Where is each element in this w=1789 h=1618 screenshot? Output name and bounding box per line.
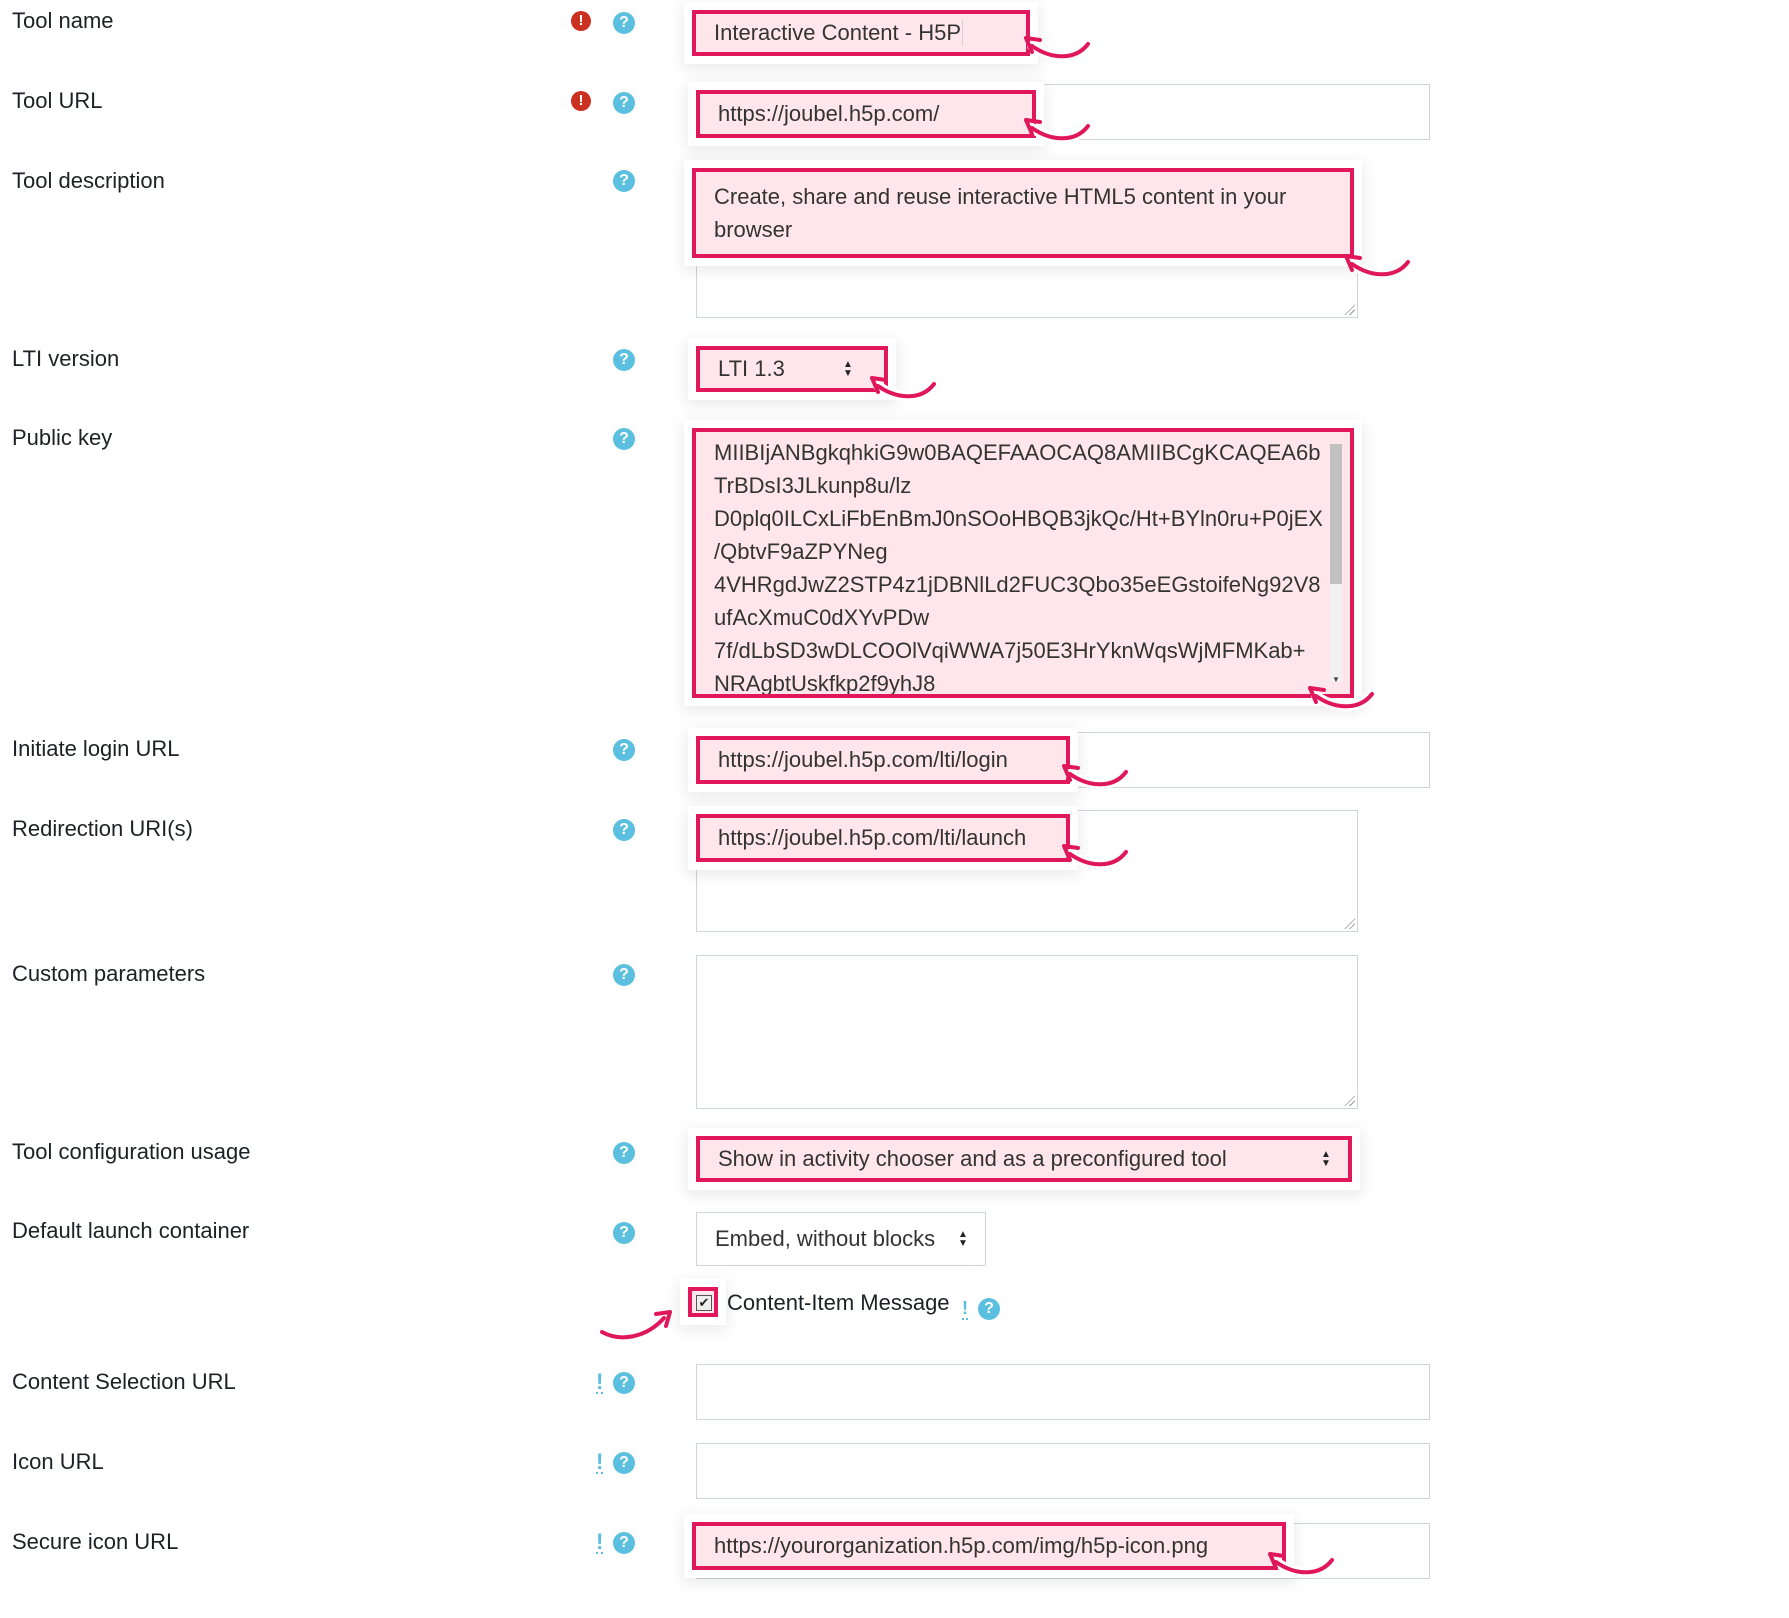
content-item-message-checkbox[interactable]: ✔ (688, 1287, 718, 1317)
tool-name-value: Interactive Content - H5P (714, 20, 963, 46)
initiate-login-url-value: https://joubel.h5p.com/lti/login (718, 747, 1008, 772)
select-arrows-icon: ▲ ▼ (1321, 1149, 1331, 1169)
default-launch-container-value: Embed, without blocks (715, 1226, 936, 1251)
help-icon[interactable]: ? (613, 349, 635, 371)
public-key-line: NRAgbtUskfkp2f9yhJ8 (714, 671, 936, 696)
tool-configuration-usage-select[interactable]: Show in activity chooser and as a precon… (696, 1136, 1352, 1182)
custom-parameters-label: Custom parameters (12, 961, 206, 986)
help-icon[interactable]: ? (613, 1222, 635, 1244)
tool-description-value: Create, share and reuse interactive HTML… (714, 184, 1287, 242)
tool-name-label: Tool name (12, 8, 114, 33)
content-selection-url-input[interactable] (696, 1364, 1430, 1420)
help-icon[interactable]: ? (613, 428, 635, 450)
icon-url-input[interactable] (696, 1443, 1430, 1499)
default-launch-container-label: Default launch container (12, 1218, 250, 1243)
required-icon: ! (571, 91, 591, 111)
public-key-line: ufAcXmuC0dXYvPDw (714, 605, 930, 630)
help-icon[interactable]: ? (978, 1298, 1000, 1320)
resize-grip[interactable] (1343, 303, 1355, 315)
content-item-message-label: Content-Item Message (727, 1290, 950, 1315)
lti-version-select[interactable]: LTI 1.3 ▲ ▼ (696, 346, 888, 392)
tool-description-textarea[interactable]: Create, share and reuse interactive HTML… (692, 168, 1354, 258)
advanced-icon: ! (596, 1369, 604, 1394)
pointer-arrow-icon (1062, 844, 1131, 870)
tool-url-label: Tool URL (12, 88, 103, 113)
pointer-arrow-icon (870, 376, 939, 402)
public-key-line: TrBDsI3JLkunp8u/lz (714, 473, 912, 498)
pointer-arrow-icon (1308, 686, 1377, 712)
public-key-line: D0plq0ILCxLiFbEnBmJ0nSOoHBQB3jkQc/Ht+BYl… (714, 506, 1323, 531)
advanced-icon: ! (596, 1529, 604, 1554)
public-key-line: MIIBIjANBgkqhkiG9w0BAQEFAAOCAQ8AMIIBCgKC… (714, 440, 1321, 465)
advanced-icon: ! (596, 1449, 604, 1474)
lti-version-value: LTI 1.3 (718, 356, 785, 381)
initiate-login-url-input[interactable]: https://joubel.h5p.com/lti/login (696, 736, 1070, 784)
help-icon[interactable]: ? (613, 12, 635, 34)
help-icon[interactable]: ? (613, 964, 635, 986)
content-selection-url-label: Content Selection URL (12, 1369, 236, 1394)
secure-icon-url-label: Secure icon URL (12, 1529, 179, 1554)
advanced-icon: ! (962, 1298, 968, 1320)
select-arrows-icon: ▲ ▼ (843, 359, 853, 379)
custom-parameters-textarea[interactable] (696, 955, 1358, 1109)
tool-configuration-usage-label: Tool configuration usage (12, 1139, 251, 1164)
resize-grip[interactable] (1343, 1094, 1355, 1106)
initiate-login-url-label: Initiate login URL (12, 736, 180, 761)
required-icon: ! (571, 11, 591, 31)
pointer-arrow-icon (1024, 118, 1093, 144)
tool-configuration-usage-value: Show in activity chooser and as a precon… (718, 1146, 1227, 1171)
pointer-arrow-icon (1062, 764, 1131, 790)
pointer-arrow-icon (598, 1310, 672, 1343)
tool-url-value: https://joubel.h5p.com/ (718, 101, 940, 126)
help-icon[interactable]: ? (613, 92, 635, 114)
pointer-arrow-icon (1268, 1552, 1337, 1578)
redirection-uris-label: Redirection URI(s) (12, 816, 193, 841)
resize-grip[interactable] (1343, 917, 1355, 929)
redirection-uris-value: https://joubel.h5p.com/lti/launch (718, 825, 1027, 850)
public-key-textarea[interactable]: MIIBIjANBgkqhkiG9w0BAQEFAAOCAQ8AMIIBCgKC… (692, 428, 1354, 698)
icon-url-label: Icon URL (12, 1449, 104, 1474)
tool-name-input[interactable]: Interactive Content - H5P (692, 10, 1030, 56)
help-icon[interactable]: ? (613, 1142, 635, 1164)
check-icon: ✔ (696, 1295, 712, 1311)
secure-icon-url-value: https://yourorganization.h5p.com/img/h5p… (714, 1533, 1209, 1558)
tool-description-label: Tool description (12, 168, 165, 193)
redirection-uris-textarea[interactable]: https://joubel.h5p.com/lti/launch (696, 814, 1070, 862)
scrollbar-thumb[interactable] (1330, 444, 1342, 584)
secure-icon-url-input[interactable]: https://yourorganization.h5p.com/img/h5p… (692, 1522, 1286, 1570)
help-icon[interactable]: ? (613, 1372, 635, 1394)
public-key-line: 7f/dLbSD3wDLCOOlVqiWWA7j50E3HrYknWqsWjMF… (714, 638, 1306, 663)
select-arrows-icon: ▲ ▼ (958, 1229, 968, 1249)
public-key-label: Public key (12, 425, 113, 450)
tool-url-input[interactable]: https://joubel.h5p.com/ (696, 90, 1036, 138)
help-icon[interactable]: ? (613, 1532, 635, 1554)
default-launch-container-select[interactable]: Embed, without blocks ▲ ▼ (696, 1212, 986, 1266)
help-icon[interactable]: ? (613, 170, 635, 192)
pointer-arrow-icon (1024, 36, 1093, 62)
public-key-line: 4VHRgdJwZ2STP4z1jDBNlLd2FUC3Qbo35eEGstoi… (714, 572, 1321, 597)
help-icon[interactable]: ? (613, 1452, 635, 1474)
help-icon[interactable]: ? (613, 819, 635, 841)
help-icon[interactable]: ? (613, 739, 635, 761)
pointer-arrow-icon (1344, 254, 1413, 280)
scrollbar[interactable]: ▼ (1330, 444, 1342, 684)
public-key-line: /QbtvF9aZPYNeg (714, 539, 888, 564)
lti-version-label: LTI version (12, 346, 120, 371)
